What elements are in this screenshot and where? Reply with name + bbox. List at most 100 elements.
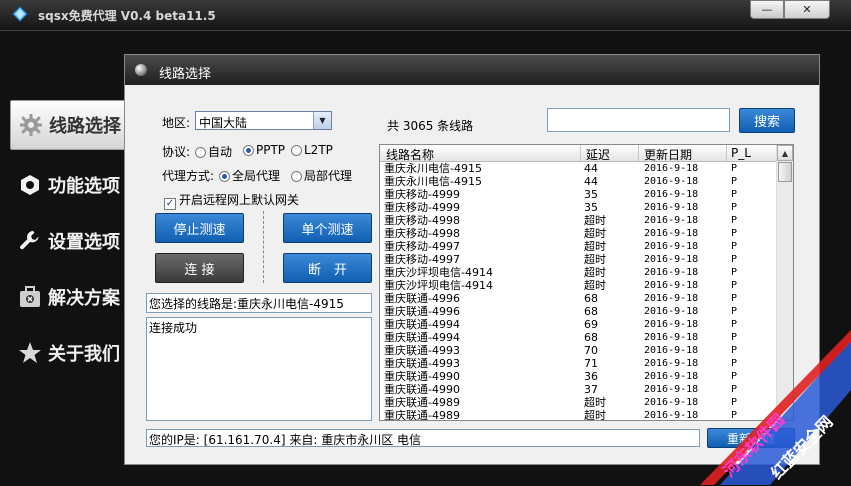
region-label: 地区: <box>162 116 191 130</box>
cell-delay: 超时 <box>584 253 606 266</box>
refresh-button[interactable]: 重新获取 <box>707 428 795 448</box>
table-row[interactable]: 重庆移动-4998 超时 2016-9-18 P <box>380 214 777 227</box>
cell-delay: 超时 <box>584 240 606 253</box>
cell-line-name: 重庆联通-4996 <box>384 305 460 318</box>
table-row[interactable]: 重庆联通-4990 37 2016-9-18 P <box>380 383 777 396</box>
cell-update-date: 2016-9-18 <box>644 410 699 421</box>
cell-pl: P <box>731 306 738 317</box>
region-select[interactable]: 中国大陆 ▼ <box>195 111 332 130</box>
disconnect-button[interactable]: 断 开 <box>283 253 372 283</box>
cell-line-name: 重庆联通-4993 <box>384 357 460 370</box>
cell-line-name: 重庆永川电信-4915 <box>384 162 482 175</box>
selected-line-field: 您选择的线路是:重庆永川电信-4915 <box>146 293 372 313</box>
table-row[interactable]: 重庆联通-4996 68 2016-9-18 P <box>380 305 777 318</box>
title-bar: sqsx免费代理 V0.4 beta11.5 — ✕ <box>0 0 851 30</box>
connect-button[interactable]: 连 接 <box>155 253 244 283</box>
cell-line-name: 重庆移动-4998 <box>384 227 460 240</box>
cell-pl: P <box>731 189 738 200</box>
sidebar-item-about[interactable]: 关于我们 <box>10 328 128 378</box>
protocol-option-auto[interactable]: 自动 <box>195 143 232 160</box>
app-diamond-icon <box>12 6 28 22</box>
stop-test-button[interactable]: 停止测速 <box>155 213 244 243</box>
sidebar-item-line-select[interactable]: 线路选择 <box>10 100 128 150</box>
cell-update-date: 2016-9-18 <box>644 215 699 226</box>
cell-update-date: 2016-9-18 <box>644 345 699 356</box>
sidebar-item-label: 设置选项 <box>48 232 120 253</box>
table-row[interactable]: 重庆联通-4994 68 2016-9-18 P <box>380 331 777 344</box>
cell-delay: 37 <box>584 383 598 396</box>
cell-line-name: 重庆移动-4999 <box>384 188 460 201</box>
cell-line-name: 重庆移动-4997 <box>384 240 460 253</box>
cell-line-name: 重庆联通-4996 <box>384 292 460 305</box>
radio-icon[interactable] <box>291 171 302 182</box>
table-row[interactable]: 重庆联通-4996 68 2016-9-18 P <box>380 292 777 305</box>
scroll-up-arrow-icon[interactable]: ▲ <box>777 145 793 161</box>
app-title: sqsx免费代理 V0.4 beta11.5 <box>38 9 216 23</box>
table-row[interactable]: 重庆移动-4997 超时 2016-9-18 P <box>380 253 777 266</box>
table-row[interactable]: 重庆移动-4999 35 2016-9-18 P <box>380 188 777 201</box>
cell-delay: 超时 <box>584 227 606 240</box>
gateway-checkbox[interactable]: ✓ 开启远程网上默认网关 <box>164 191 299 210</box>
cell-update-date: 2016-9-18 <box>644 306 699 317</box>
table-header: 线路名称 延迟 更新日期 P_L <box>380 145 777 162</box>
cell-line-name: 重庆移动-4997 <box>384 253 460 266</box>
checkbox-checked-icon[interactable]: ✓ <box>164 198 176 210</box>
table-row[interactable]: 重庆联通-4989 超时 2016-9-18 P <box>380 409 777 421</box>
cell-delay: 71 <box>584 357 598 370</box>
table-row[interactable]: 重庆联通-4993 71 2016-9-18 P <box>380 357 777 370</box>
table-row[interactable]: 重庆永川电信-4915 44 2016-9-18 P <box>380 162 777 175</box>
scroll-thumb[interactable] <box>778 162 792 182</box>
panel-title: 线路选择 <box>159 67 212 82</box>
line-select-panel: 线路选择 地区: 中国大陆 ▼ 协议: 自动 PPTP L2TP 代理方式: 全… <box>124 54 820 465</box>
column-header-date[interactable]: 更新日期 <box>644 146 692 163</box>
cell-update-date: 2016-9-18 <box>644 332 699 343</box>
table-row[interactable]: 重庆联通-4989 超时 2016-9-18 P <box>380 396 777 409</box>
minimize-button[interactable]: — <box>750 0 784 19</box>
line-table[interactable]: 线路名称 延迟 更新日期 P_L 重庆永川电信-4915 44 2016-9-18 P… <box>379 144 794 421</box>
chevron-down-icon[interactable]: ▼ <box>313 112 331 129</box>
proxy-mode-partial[interactable]: 局部代理 <box>291 167 352 184</box>
table-row[interactable]: 重庆联通-4994 69 2016-9-18 P <box>380 318 777 331</box>
column-header-pl[interactable]: P_L <box>731 146 751 160</box>
protocol-option-l2tp[interactable]: L2TP <box>291 143 333 157</box>
table-row[interactable]: 重庆移动-4999 35 2016-9-18 P <box>380 201 777 214</box>
table-row[interactable]: 重庆沙坪坝电信-4914 超时 2016-9-18 P <box>380 279 777 292</box>
table-row[interactable]: 重庆永川电信-4915 44 2016-9-18 P <box>380 175 777 188</box>
sidebar-item-label: 线路选择 <box>49 116 121 137</box>
sidebar-item-features[interactable]: 功能选项 <box>10 160 128 210</box>
table-row[interactable]: 重庆联通-4993 70 2016-9-18 P <box>380 344 777 357</box>
table-row[interactable]: 重庆移动-4997 超时 2016-9-18 P <box>380 240 777 253</box>
proxy-mode-label: 代理方式: <box>162 169 215 183</box>
sidebar-item-settings[interactable]: 设置选项 <box>10 216 128 266</box>
button-divider <box>263 211 264 283</box>
cell-pl: P <box>731 371 738 382</box>
table-scrollbar[interactable]: ▲ <box>776 145 793 420</box>
line-count-label: 共 3065 条线路 <box>387 119 474 133</box>
table-row[interactable]: 重庆沙坪坝电信-4914 超时 2016-9-18 P <box>380 266 777 279</box>
proxy-mode-global[interactable]: 全局代理 <box>219 167 280 184</box>
log-textarea[interactable]: 连接成功 <box>146 317 372 421</box>
column-header-delay[interactable]: 延迟 <box>586 146 610 163</box>
cell-line-name: 重庆联通-4989 <box>384 409 460 421</box>
protocol-option-pptp[interactable]: PPTP <box>243 143 285 157</box>
cell-update-date: 2016-9-18 <box>644 254 699 265</box>
column-header-name[interactable]: 线路名称 <box>386 146 434 163</box>
star-icon <box>18 341 42 365</box>
search-input[interactable] <box>547 108 730 132</box>
search-button[interactable]: 搜索 <box>739 108 795 133</box>
wrench-icon <box>18 229 42 253</box>
close-button[interactable]: ✕ <box>784 0 830 19</box>
single-test-button[interactable]: 单个测速 <box>283 213 372 243</box>
cell-update-date: 2016-9-18 <box>644 163 699 174</box>
cell-line-name: 重庆沙坪坝电信-4914 <box>384 279 493 292</box>
radio-icon[interactable] <box>195 147 206 158</box>
cell-delay: 44 <box>584 162 598 175</box>
cell-line-name: 重庆联通-4994 <box>384 331 460 344</box>
radio-selected-icon[interactable] <box>243 145 254 156</box>
table-row[interactable]: 重庆联通-4990 36 2016-9-18 P <box>380 370 777 383</box>
sidebar-item-solutions[interactable]: 解决方案 <box>10 272 128 322</box>
radio-selected-icon[interactable] <box>219 171 230 182</box>
table-row[interactable]: 重庆移动-4998 超时 2016-9-18 P <box>380 227 777 240</box>
cell-delay: 68 <box>584 305 598 318</box>
radio-icon[interactable] <box>291 145 302 156</box>
